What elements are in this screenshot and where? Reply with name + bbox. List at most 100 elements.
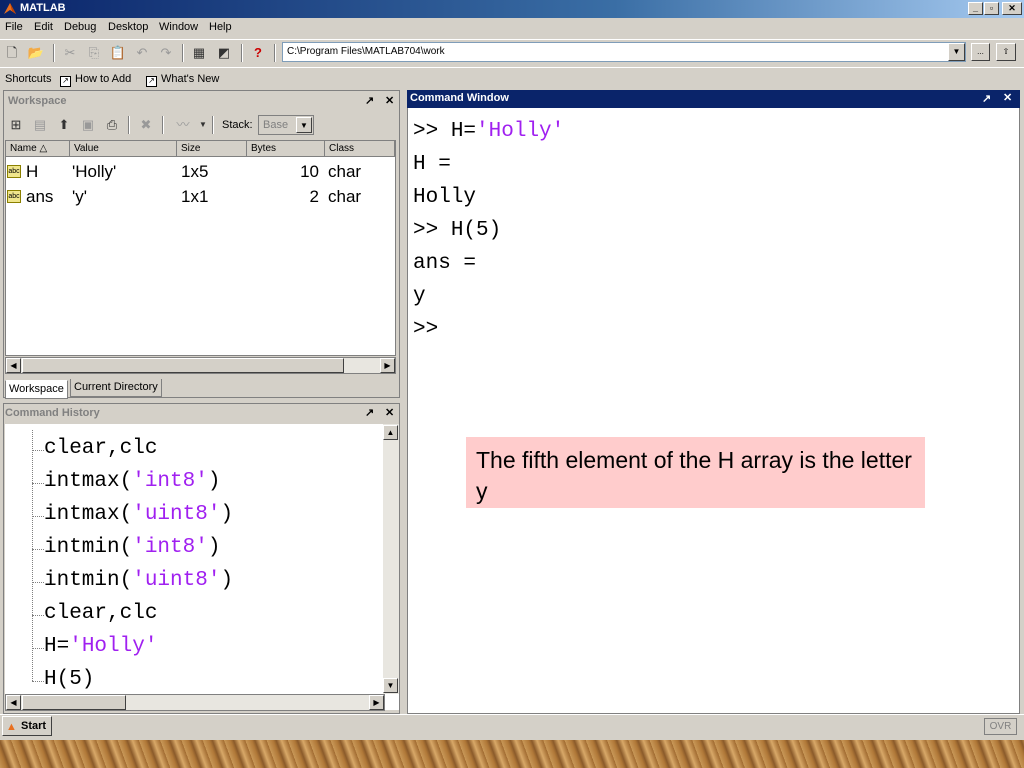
command-line: H =: [413, 153, 451, 176]
history-vertical-scrollbar[interactable]: ▲ ▼: [383, 424, 399, 694]
history-item[interactable]: H='Holly': [44, 635, 157, 658]
print-icon[interactable]: ⎙: [102, 115, 122, 135]
scroll-left-icon[interactable]: ◀: [6, 358, 21, 373]
column-header-size[interactable]: Size: [177, 141, 247, 157]
undock-icon[interactable]: ↗: [365, 94, 374, 107]
chevron-down-icon[interactable]: ▼: [198, 115, 208, 135]
history-item[interactable]: intmin('uint8'): [44, 569, 233, 592]
annotation-callout: The fifth element of the H array is the …: [466, 437, 925, 508]
undock-icon[interactable]: ↗: [982, 92, 991, 105]
variable-bytes: 10: [300, 162, 319, 181]
column-header-class[interactable]: Class: [325, 141, 395, 157]
history-item[interactable]: intmax('uint8'): [44, 503, 233, 526]
command-code: H(5): [450, 219, 502, 242]
menu-help[interactable]: Help: [209, 21, 232, 33]
minimize-icon[interactable]: _: [968, 2, 983, 15]
history-horizontal-scrollbar[interactable]: ◀ ▶: [5, 694, 385, 711]
tab-workspace[interactable]: Workspace: [5, 380, 68, 399]
scroll-up-icon[interactable]: ▲: [383, 425, 398, 440]
workspace-toolbar: ⊞ ▤ ⬆ ▣ ⎙ ✖ 〰 ▼ Stack: Base ▼: [4, 112, 399, 138]
open-variable-icon[interactable]: ▤: [30, 115, 50, 135]
scroll-thumb[interactable]: [22, 358, 344, 373]
history-item[interactable]: clear,clc: [44, 437, 157, 460]
command-code: y: [413, 285, 426, 308]
menu-debug[interactable]: Debug: [64, 21, 96, 33]
stack-select[interactable]: Base ▼: [258, 115, 314, 135]
tab-current-directory[interactable]: Current Directory: [70, 379, 162, 397]
history-item[interactable]: intmax('int8'): [44, 470, 220, 493]
menu-file[interactable]: File: [5, 21, 23, 33]
close-icon[interactable]: ✕: [385, 94, 394, 107]
table-row[interactable]: abc H 'Holly' 1x5 10 char: [6, 161, 395, 185]
how-to-add-link[interactable]: ↗ How to Add: [60, 73, 131, 87]
copy-icon[interactable]: ⎘: [84, 43, 104, 63]
cut-icon[interactable]: ✂: [60, 43, 80, 63]
table-row[interactable]: abc ans 'y' 1x1 2 char: [6, 186, 395, 210]
guide-icon[interactable]: ◩: [214, 43, 234, 63]
start-button[interactable]: ▲ Start: [2, 716, 52, 736]
new-variable-icon[interactable]: ⊞: [6, 115, 26, 135]
whats-new-link[interactable]: ↗ What's New: [146, 73, 219, 87]
toolbar-separator: [182, 44, 184, 62]
plot-icon[interactable]: 〰: [170, 115, 196, 135]
column-header-name[interactable]: Name △: [6, 141, 70, 157]
close-icon[interactable]: ✕: [1003, 91, 1012, 104]
scroll-left-icon[interactable]: ◀: [6, 695, 21, 710]
history-item[interactable]: intmin('int8'): [44, 536, 220, 559]
command-prompt: >>: [413, 318, 439, 341]
history-code: intmax(: [44, 503, 133, 526]
current-directory-field[interactable]: C:\Program Files\MATLAB704\work: [282, 42, 966, 62]
undock-icon[interactable]: ↗: [365, 406, 374, 419]
close-icon[interactable]: ✕: [385, 406, 394, 419]
command-code: H=: [450, 120, 477, 143]
up-folder-icon[interactable]: ⇧: [996, 43, 1016, 61]
workspace-horizontal-scrollbar[interactable]: ◀ ▶: [5, 357, 396, 374]
undo-icon[interactable]: ↶: [132, 43, 152, 63]
command-window-title: Command Window: [410, 92, 509, 104]
command-window[interactable]: [407, 90, 1020, 714]
history-close: ): [220, 569, 234, 592]
chevron-down-icon[interactable]: ▼: [948, 43, 965, 61]
column-header-value[interactable]: Value: [70, 141, 177, 157]
history-code: intmin(: [44, 569, 133, 592]
history-tree-line: [32, 430, 33, 681]
load-data-icon[interactable]: ⬆: [54, 115, 74, 135]
menu-edit[interactable]: Edit: [34, 21, 53, 33]
scroll-down-icon[interactable]: ▼: [383, 678, 398, 693]
history-tree-connector: [32, 516, 44, 517]
history-item[interactable]: H(5): [44, 668, 94, 691]
shortcut-arrow-icon: ↗: [146, 76, 157, 87]
scroll-right-icon[interactable]: ▶: [380, 358, 395, 373]
callout-text: The fifth element of the H array is the …: [476, 447, 912, 504]
history-tree-connector: [32, 549, 44, 550]
workspace-table: Name △ Value Size Bytes Class abc H 'Hol…: [5, 140, 396, 356]
simulink-icon[interactable]: ▦: [189, 43, 209, 63]
paste-icon[interactable]: 📋: [108, 43, 128, 63]
history-code: clear,clc: [44, 602, 158, 625]
help-icon[interactable]: ?: [248, 43, 268, 63]
redo-icon[interactable]: ↷: [156, 43, 176, 63]
command-line: >>: [413, 318, 438, 341]
close-icon[interactable]: ✕: [1002, 2, 1022, 15]
restore-icon[interactable]: ▫: [984, 2, 999, 15]
scroll-thumb[interactable]: [22, 695, 126, 710]
stack-value: Base: [263, 119, 289, 131]
variable-name: ans: [26, 187, 54, 206]
variable-name: H: [26, 162, 39, 181]
save-workspace-icon[interactable]: ▣: [78, 115, 98, 135]
variable-bytes: 2: [309, 187, 319, 206]
open-folder-icon[interactable]: 📂: [26, 43, 46, 63]
toolbar-separator: [212, 116, 214, 134]
new-file-icon[interactable]: 🗋: [2, 43, 22, 63]
menu-desktop[interactable]: Desktop: [108, 21, 148, 33]
browse-button[interactable]: ...: [971, 43, 990, 61]
delete-icon[interactable]: ✖: [136, 115, 156, 135]
scroll-right-icon[interactable]: ▶: [369, 695, 384, 710]
chevron-down-icon[interactable]: ▼: [296, 117, 312, 133]
menu-window[interactable]: Window: [159, 21, 198, 33]
menu-bar: File Edit Debug Desktop Window Help: [0, 18, 1024, 38]
column-header-bytes[interactable]: Bytes: [247, 141, 325, 157]
command-string: 'Holly': [476, 120, 565, 143]
shortcuts-bar: Shortcuts ↗ How to Add ↗ What's New: [0, 67, 1024, 90]
history-item[interactable]: clear,clc: [44, 602, 157, 625]
